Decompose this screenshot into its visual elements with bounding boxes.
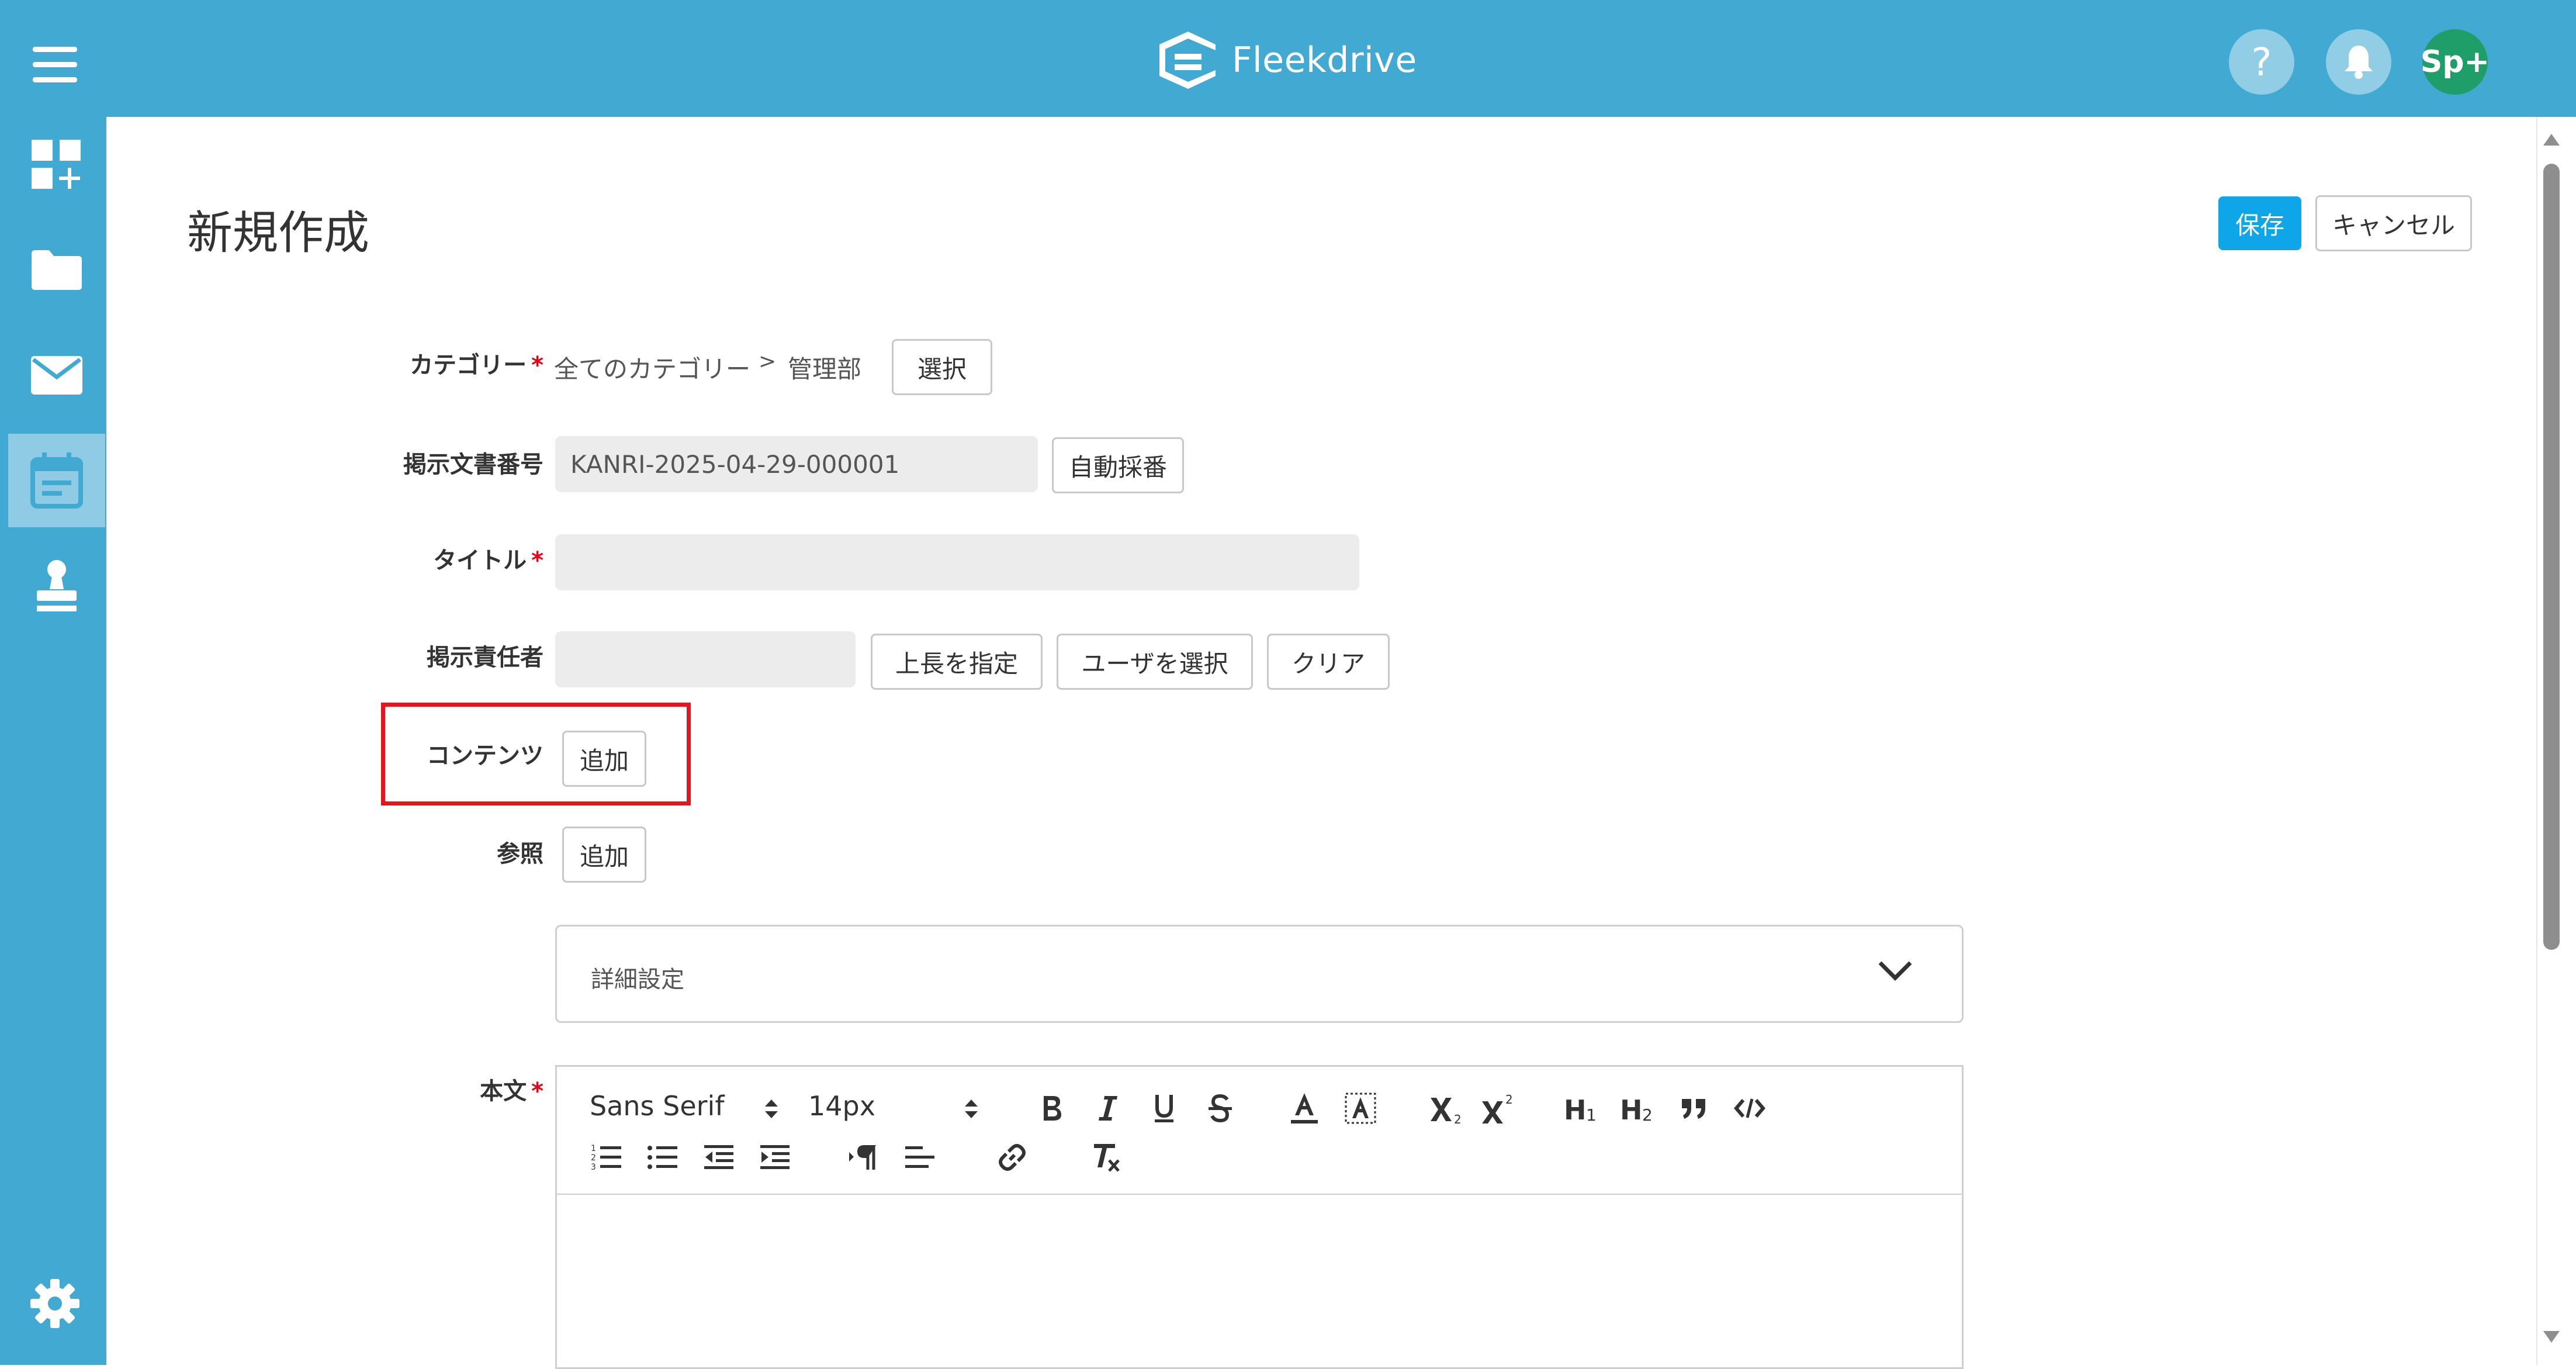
- sidebar-item-bulletin[interactable]: [8, 434, 105, 527]
- brand-name: Fleekdrive: [1232, 40, 1417, 81]
- svg-text:1: 1: [591, 1144, 596, 1153]
- scroll-up-arrow-icon[interactable]: [2542, 132, 2561, 147]
- scroll-down-arrow-icon[interactable]: [2542, 1330, 2561, 1345]
- outdent-icon[interactable]: [698, 1136, 739, 1179]
- app-logo[interactable]: Fleekdrive: [1157, 28, 1417, 92]
- required-mark: *: [531, 1078, 543, 1105]
- superscript-icon[interactable]: 2: [1477, 1087, 1518, 1130]
- ordered-list-icon[interactable]: 123: [586, 1136, 627, 1179]
- user-avatar[interactable]: Sp+: [2420, 29, 2490, 95]
- svg-text:3: 3: [591, 1163, 596, 1172]
- title-label: タイトル *: [216, 541, 543, 575]
- text-direction-icon[interactable]: [843, 1136, 884, 1179]
- required-mark: *: [531, 547, 543, 574]
- font-size-select[interactable]: 14px: [808, 1088, 989, 1129]
- svg-text:H: H: [1620, 1094, 1643, 1123]
- settings-button[interactable]: [26, 1274, 84, 1333]
- italic-icon[interactable]: [1088, 1087, 1128, 1130]
- blockquote-icon[interactable]: [1673, 1087, 1714, 1130]
- owner-label: 掲示責任者: [427, 644, 543, 671]
- help-button[interactable]: ?: [2229, 29, 2294, 95]
- calendar-icon: [30, 452, 83, 509]
- select-arrows-icon: [765, 1100, 778, 1118]
- doc-number-label: 掲示文書番号: [403, 451, 543, 478]
- svg-text:2: 2: [1642, 1105, 1653, 1123]
- category-label-text: カテゴリー: [410, 352, 527, 379]
- mail-icon: [31, 356, 82, 395]
- heading1-icon[interactable]: H1: [1561, 1087, 1604, 1130]
- notification-button[interactable]: [2326, 29, 2391, 95]
- chevron-down-icon: [1878, 961, 1912, 981]
- category-path-root: 全てのカテゴリー: [554, 355, 751, 383]
- sidebar-item-dashboard[interactable]: [8, 118, 105, 212]
- avatar-initials: Sp+: [2420, 44, 2490, 79]
- editor-body[interactable]: [555, 1194, 1964, 1369]
- text-color-icon[interactable]: [1284, 1087, 1325, 1130]
- owner-input[interactable]: [555, 631, 856, 687]
- select-user-button[interactable]: ユーザを選択: [1057, 634, 1253, 690]
- body-label-text: 本文: [480, 1078, 527, 1105]
- hamburger-menu-icon[interactable]: [33, 47, 84, 84]
- category-select-button[interactable]: 選択: [892, 339, 992, 395]
- editor-toolbar: Sans Serif 14px 2 2 H1 H2 1 2 3: [555, 1065, 1964, 1195]
- svg-text:2: 2: [1454, 1112, 1462, 1125]
- svg-text:H: H: [1564, 1094, 1587, 1123]
- auto-number-button[interactable]: 自動採番: [1052, 437, 1184, 493]
- sidebar-item-approval[interactable]: [8, 539, 105, 632]
- reference-label: 参照: [497, 841, 543, 867]
- contents-label: コンテンツ: [427, 742, 543, 769]
- dashboard-add-icon: [32, 140, 81, 189]
- link-icon[interactable]: [992, 1136, 1033, 1179]
- folder-icon: [32, 250, 82, 290]
- bullet-list-icon[interactable]: [642, 1136, 683, 1179]
- title-label-text: タイトル: [433, 547, 527, 574]
- svg-text:2: 2: [591, 1153, 596, 1163]
- bell-icon: [2345, 46, 2373, 79]
- heading2-icon[interactable]: H2: [1617, 1087, 1660, 1130]
- font-size-value: 14px: [808, 1090, 875, 1122]
- contents-add-button[interactable]: 追加: [562, 731, 646, 787]
- strikethrough-icon[interactable]: [1200, 1087, 1241, 1130]
- advanced-settings-accordion[interactable]: 詳細設定: [555, 925, 1964, 1023]
- subscript-icon[interactable]: 2: [1425, 1087, 1466, 1130]
- title-input[interactable]: [555, 534, 1359, 590]
- svg-text:1: 1: [1586, 1105, 1597, 1123]
- advanced-settings-label: 詳細設定: [591, 966, 684, 993]
- fleekdrive-logo-icon: [1159, 32, 1216, 89]
- category-path-leaf: 管理部: [788, 355, 862, 383]
- svg-text:2: 2: [1505, 1093, 1513, 1107]
- clear-button[interactable]: クリア: [1267, 634, 1390, 690]
- select-arrows-icon: [965, 1100, 978, 1118]
- scrollbar-thumb[interactable]: [2543, 164, 2560, 950]
- reference-add-button[interactable]: 追加: [562, 827, 646, 883]
- clear-format-icon[interactable]: [1085, 1136, 1126, 1179]
- sidebar-item-mail[interactable]: [8, 329, 105, 422]
- font-family-select[interactable]: Sans Serif: [590, 1088, 788, 1129]
- stamp-icon: [37, 560, 77, 611]
- underline-icon[interactable]: [1144, 1087, 1185, 1130]
- category-path-separator: >: [759, 350, 777, 374]
- font-family-value: Sans Serif: [590, 1090, 725, 1122]
- page-title: 新規作成: [187, 207, 370, 260]
- bold-icon[interactable]: [1031, 1087, 1072, 1130]
- cancel-button[interactable]: キャンセル: [2315, 195, 2472, 251]
- indent-icon[interactable]: [754, 1136, 795, 1179]
- sidebar-item-folder[interactable]: [8, 223, 105, 317]
- code-block-icon[interactable]: [1729, 1087, 1770, 1130]
- save-button[interactable]: 保存: [2218, 196, 2301, 250]
- category-label: カテゴリー *: [216, 346, 543, 380]
- background-color-icon[interactable]: [1340, 1087, 1381, 1130]
- align-icon[interactable]: [899, 1136, 940, 1179]
- body-label: 本文 *: [216, 1072, 543, 1106]
- gear-icon: [30, 1279, 79, 1328]
- required-mark: *: [531, 352, 543, 379]
- assign-boss-button[interactable]: 上長を指定: [871, 634, 1043, 690]
- doc-number-input[interactable]: KANRI-2025-04-29-000001: [555, 436, 1038, 492]
- help-icon: ?: [2251, 39, 2272, 85]
